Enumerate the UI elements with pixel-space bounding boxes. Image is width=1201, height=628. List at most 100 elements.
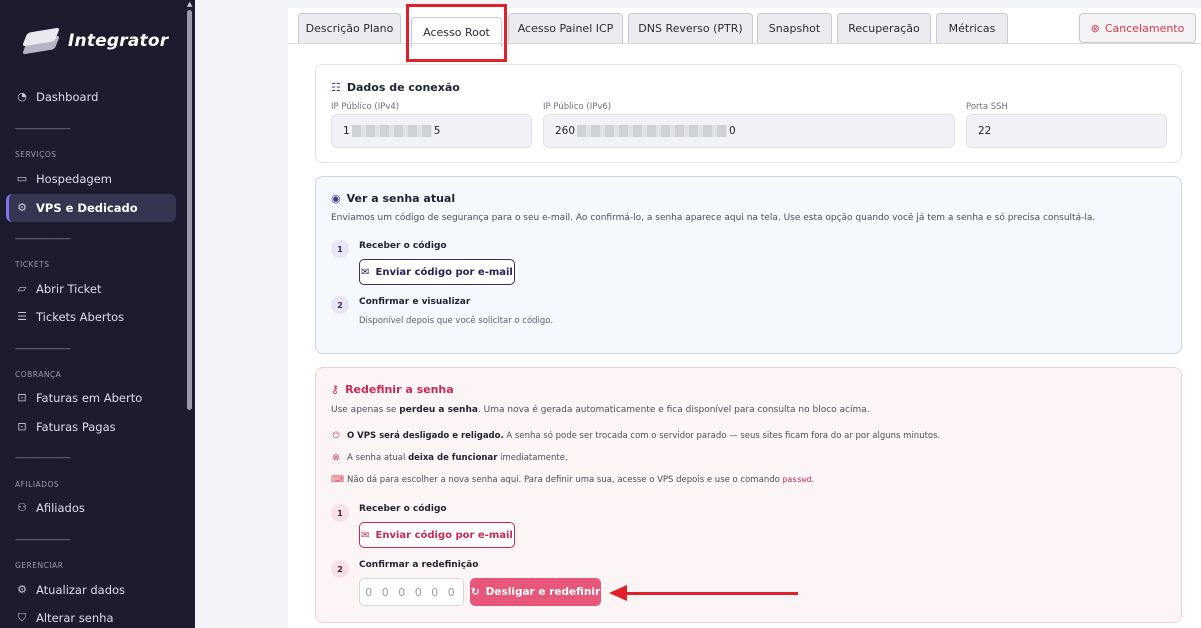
- sidebar-separator: -----------------------------: [15, 453, 71, 462]
- desc-text: Use apenas se: [331, 405, 400, 415]
- sidebar-item-dashboard[interactable]: ◔ Dashboard: [6, 83, 176, 111]
- sidebar-scrollbar-thumb[interactable]: [187, 10, 192, 410]
- scroll-up-icon[interactable]: ▲: [187, 0, 192, 8]
- brand-name: Integrator: [68, 31, 169, 51]
- sidebar-section-gerenciar: GERENCIAR: [15, 561, 64, 570]
- sidebar-item-label: Faturas em Aberto: [36, 391, 143, 405]
- annotation-highlight-box: [406, 4, 507, 62]
- cancelamento-button[interactable]: ⊗ Cancelamento: [1079, 13, 1196, 43]
- sliders-icon: ☷: [331, 81, 341, 94]
- tab-acesso-painel-icp[interactable]: Acesso Painel ICP: [508, 13, 623, 43]
- tab-descricao-plano[interactable]: Descrição Plano: [298, 13, 401, 43]
- sidebar-separator: -----------------------------: [15, 344, 71, 353]
- ipv4-label: IP Público (IPv4): [331, 102, 400, 112]
- sidebar-item-label: Hospedagem: [36, 172, 112, 186]
- warning-passwd: ⌨ Não dá para escolher a nova senha aqui…: [331, 475, 814, 485]
- ipv6-field[interactable]: 260 0: [543, 114, 955, 148]
- step-number: 2: [331, 560, 349, 578]
- sidebar-separator: -----------------------------: [15, 535, 71, 544]
- step-number: 2: [331, 296, 349, 314]
- sidebar-item-alterar-senha[interactable]: ⛉ Alterar senha: [6, 604, 176, 628]
- reset-password-title: ⚷ Redefinir a senha: [331, 383, 454, 396]
- dashboard-icon: ◔: [17, 90, 27, 103]
- list-icon: ☰: [17, 310, 27, 323]
- sidebar-section-cobranca: COBRANÇA: [15, 370, 62, 379]
- tab-recuperacao[interactable]: Recuperação: [837, 13, 931, 43]
- redacted-ip: [577, 125, 728, 137]
- desc-bold: perdeu a senha: [399, 405, 478, 415]
- step-title: Receber o código: [359, 504, 447, 514]
- ssh-label: Porta SSH: [966, 102, 1008, 112]
- send-code-button[interactable]: ✉ Enviar código por e-mail: [359, 259, 515, 285]
- reset-password-button[interactable]: ↻ Desligar e redefinir: [470, 578, 601, 606]
- warning-body: imediatamente.: [497, 453, 568, 463]
- passwd-command: passwd: [782, 475, 812, 484]
- terminal-icon: ⌨: [331, 475, 344, 485]
- warning-bold: O VPS será desligado e religado.: [347, 431, 504, 441]
- sidebar-separator: -----------------------------: [15, 234, 71, 243]
- step-title: Confirmar e visualizar: [359, 297, 471, 307]
- sidebar-item-abrir-ticket[interactable]: ▱ Abrir Ticket: [6, 275, 176, 303]
- ipv6-suffix: 0: [729, 125, 736, 137]
- key-icon: ⚷: [331, 383, 340, 396]
- sidebar-item-label: Faturas Pagas: [36, 420, 116, 434]
- tab-metricas[interactable]: Métricas: [936, 13, 1008, 43]
- sidebar-item-label: VPS e Dedicado: [36, 201, 138, 215]
- sidebar-item-hospedagem[interactable]: ▭ Hospedagem: [6, 165, 176, 193]
- logo-icon: [21, 27, 61, 55]
- reset-send-code-button[interactable]: ✉ Enviar código por e-mail: [359, 522, 515, 548]
- power-icon: ⏻: [332, 431, 340, 441]
- eye-icon: ◉: [331, 192, 341, 205]
- ssh-port-field[interactable]: 22: [966, 114, 1167, 148]
- connection-title: ☷ Dados de conexão: [331, 81, 460, 94]
- sidebar-section-servicos: SERVIÇOS: [15, 150, 57, 159]
- cancelamento-label: Cancelamento: [1104, 21, 1185, 35]
- ipv6-label: IP Público (IPv6): [543, 102, 612, 112]
- sidebar-item-vps[interactable]: ⚙ VPS e Dedicado: [6, 194, 176, 222]
- invoice-icon: ⊡: [17, 391, 27, 404]
- mail-icon: ✉: [361, 529, 370, 541]
- sidebar-item-faturas-aberto[interactable]: ⊡ Faturas em Aberto: [6, 384, 176, 412]
- sidebar-item-atualizar-dados[interactable]: ⚙ Atualizar dados: [6, 576, 176, 604]
- confirmation-code-input[interactable]: 0 0 0 0 0 0: [359, 578, 464, 606]
- ipv4-suffix: 5: [433, 125, 441, 137]
- x-circle-icon: ⊗: [332, 453, 340, 463]
- sidebar-section-tickets: TICKETS: [15, 260, 50, 269]
- warning-body: A senha atual: [347, 453, 409, 463]
- sidebar-item-afiliados[interactable]: ⚇ Afiliados: [6, 494, 176, 522]
- tab-dns-reverso[interactable]: DNS Reverso (PTR): [628, 13, 753, 43]
- connection-card: ☷ Dados de conexão IP Público (IPv4) 1 5…: [315, 64, 1182, 163]
- reset-password-card: ⚷ Redefinir a senha Use apenas se perdeu…: [315, 367, 1182, 623]
- sidebar-section-afiliados: AFILIADOS: [15, 480, 60, 489]
- warning-text: O VPS será desligado e religado. A senha…: [347, 431, 940, 441]
- users-icon: ⚇: [17, 501, 27, 514]
- invoice-icon: ⊡: [17, 420, 27, 433]
- settings-icon: ⚙: [17, 583, 27, 596]
- send-code-label: Enviar código por e-mail: [375, 529, 513, 541]
- tab-snapshot[interactable]: Snapshot: [757, 13, 832, 43]
- warning-bold: deixa de funcionar: [408, 453, 498, 463]
- ticket-icon: ▱: [17, 282, 27, 295]
- sidebar-item-faturas-pagas[interactable]: ⊡ Faturas Pagas: [6, 413, 176, 441]
- sidebar-item-label: Atualizar dados: [36, 583, 126, 597]
- refresh-icon: ↻: [470, 586, 480, 598]
- warning-text: Não dá para escolher a nova senha aqui. …: [347, 475, 814, 485]
- ipv4-field[interactable]: 1 5: [331, 114, 532, 148]
- desc-text: . Uma nova é gerada automaticamente e fi…: [477, 405, 870, 415]
- send-code-label: Enviar código por e-mail: [375, 266, 513, 278]
- warning-body: Não dá para escolher a nova senha aqui. …: [347, 475, 783, 485]
- server-icon: ⚙: [17, 201, 27, 214]
- sidebar-item-label: Tickets Abertos: [36, 310, 125, 324]
- warning-body: A senha só pode ser trocada com o servid…: [503, 431, 941, 441]
- step-number: 1: [331, 240, 349, 258]
- x-circle-icon: ⊗: [1090, 21, 1100, 35]
- ipv4-prefix: 1: [343, 125, 350, 137]
- sidebar-item-label: Alterar senha: [36, 611, 114, 625]
- sidebar-item-tickets-abertos[interactable]: ☰ Tickets Abertos: [6, 303, 176, 331]
- annotation-arrow-line: [625, 592, 798, 595]
- brand-logo[interactable]: Integrator: [21, 27, 169, 55]
- sidebar-item-label: Afiliados: [36, 501, 85, 515]
- step-title: Receber o código: [359, 241, 447, 251]
- sidebar-separator: -----------------------------: [15, 124, 71, 133]
- sidebar-item-label: Dashboard: [36, 90, 99, 104]
